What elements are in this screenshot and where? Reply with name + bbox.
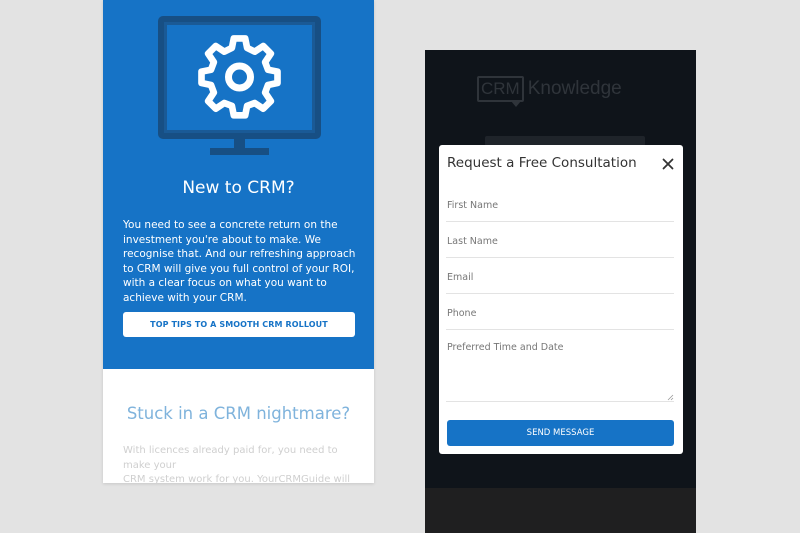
left-phone-screen: New to CRM? You need to see a concrete r… [103, 0, 374, 483]
resize-handle-icon[interactable] [667, 394, 674, 401]
hero-description: You need to see a concrete return on the… [123, 219, 356, 304]
last-name-field[interactable] [446, 226, 674, 258]
first-name-field[interactable] [446, 190, 674, 222]
send-message-button[interactable]: SEND MESSAGE [447, 420, 674, 446]
hero-title: New to CRM? [182, 178, 295, 198]
footer-area [425, 488, 696, 533]
crm-knowledge-logo[interactable]: CRM Knowledge [477, 74, 622, 107]
logo-box-text: CRM [477, 76, 524, 107]
email-field[interactable] [446, 262, 674, 294]
section-description: With licences already paid for, you need… [123, 445, 351, 483]
phone-field[interactable] [446, 298, 674, 330]
close-icon[interactable] [660, 156, 676, 172]
top-tips-button[interactable]: TOP TIPS TO A SMOOTH CRM ROLLOUT [123, 312, 355, 337]
hero-section: New to CRM? You need to see a concrete r… [103, 0, 374, 369]
section-title: Stuck in a CRM nightmare? [126, 404, 351, 423]
logo-word: Knowledge [527, 78, 622, 99]
consultation-modal: Request a Free Consultation SEND MESSAGE [439, 145, 683, 454]
preferred-time-field[interactable] [446, 340, 674, 402]
gear-monitor-icon [158, 16, 321, 155]
modal-title: Request a Free Consultation [447, 155, 637, 171]
mockup-stage: New to CRM? You need to see a concrete r… [0, 0, 800, 533]
